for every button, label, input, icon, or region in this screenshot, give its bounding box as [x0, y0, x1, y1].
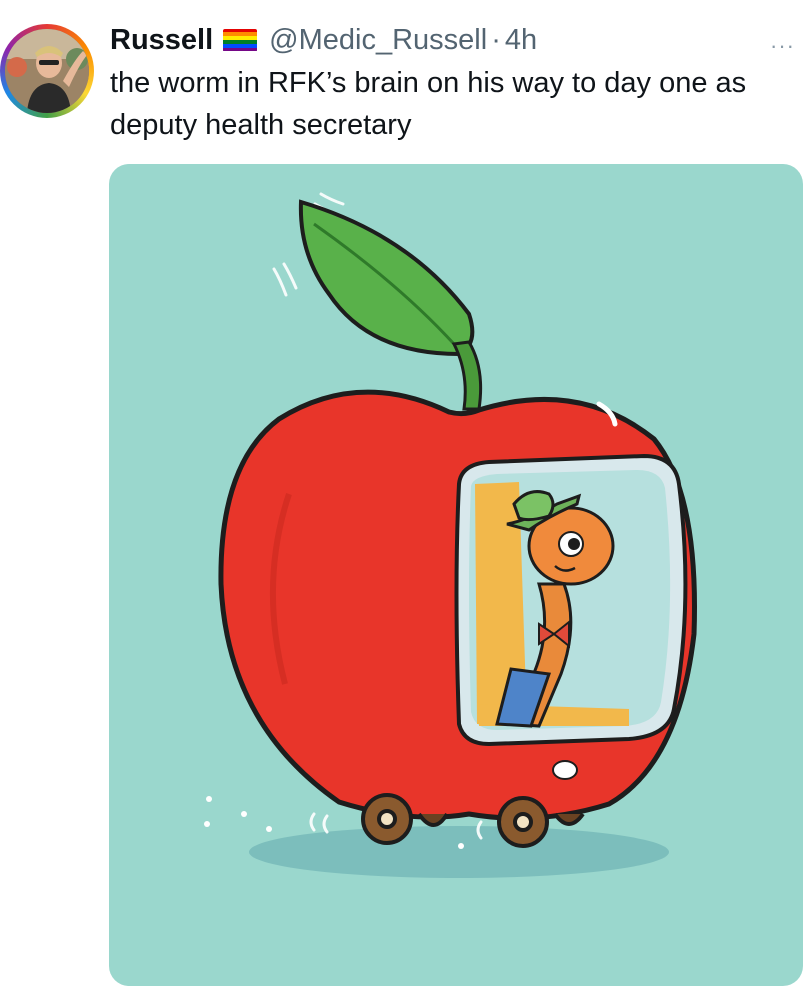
separator: ·: [491, 24, 501, 56]
tweet: Russell @Medic_Russell · 4h ··· the worm…: [0, 0, 805, 1000]
tweet-text: the worm in RFK’s brain on his way to da…: [110, 67, 747, 141]
handle[interactable]: @Medic_Russell: [269, 22, 487, 58]
apple-car-illustration: [204, 192, 697, 878]
tweet-header: Russell @Medic_Russell · 4h ···: [110, 22, 795, 58]
tweet-image[interactable]: [109, 164, 803, 986]
rainbow-flag-icon: [223, 28, 258, 52]
display-name[interactable]: Russell: [110, 22, 213, 58]
more-options-icon[interactable]: ···: [770, 28, 795, 64]
avatar[interactable]: [0, 24, 94, 118]
timestamp[interactable]: 4h: [505, 22, 537, 58]
avatar-photo: [5, 29, 89, 113]
